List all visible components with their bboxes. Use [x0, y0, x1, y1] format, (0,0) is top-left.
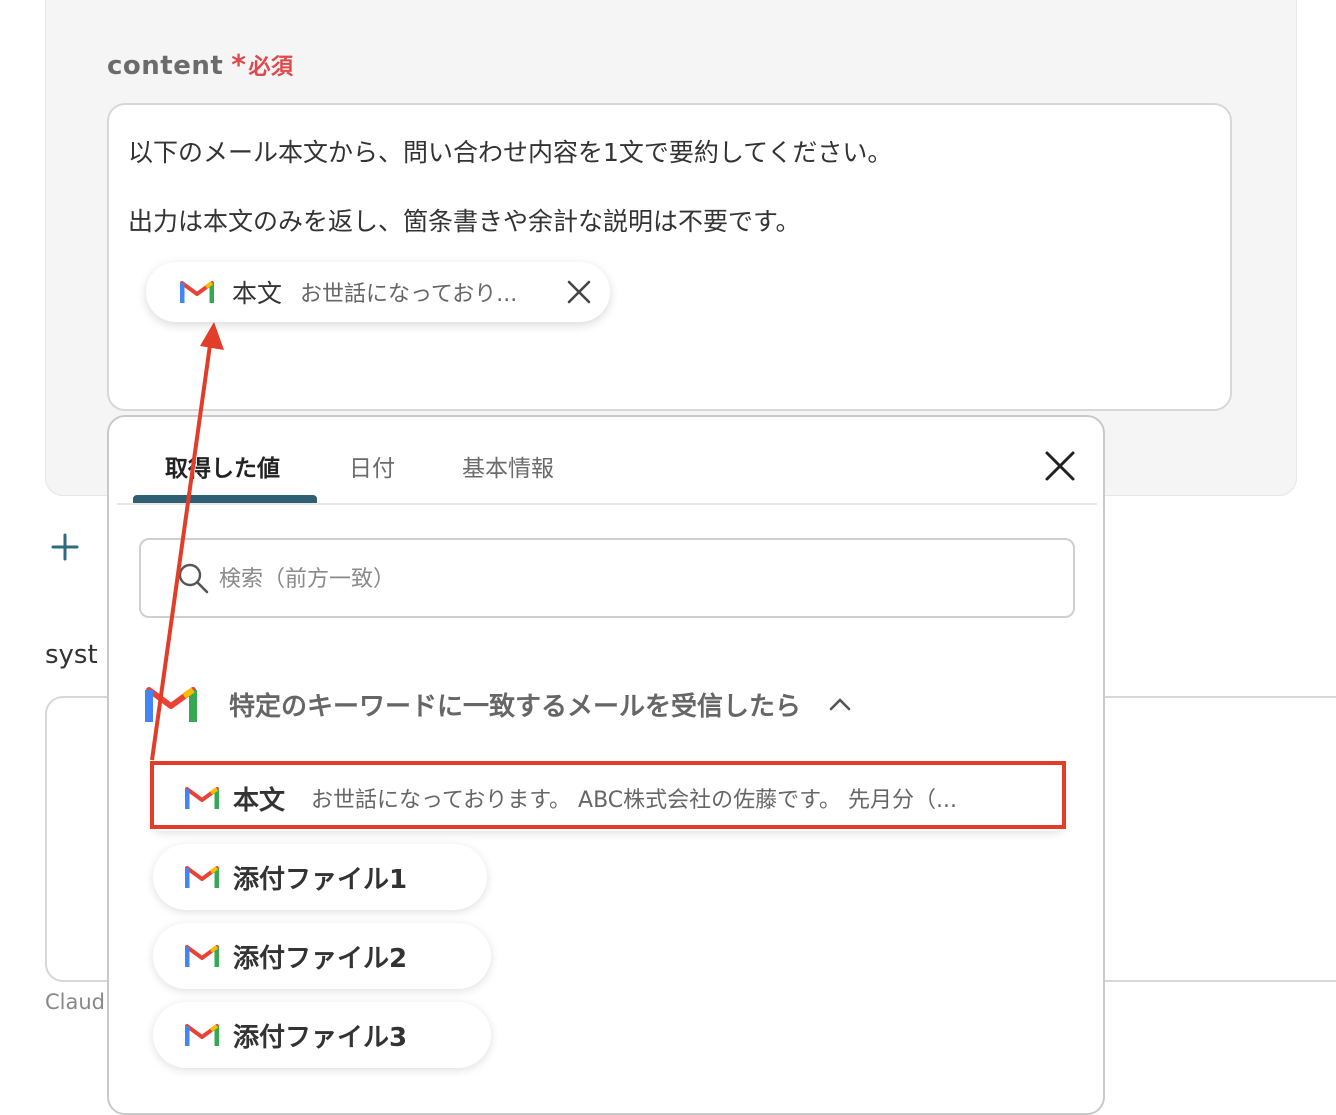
value-item-attachment-1[interactable]: 添付ファイル1	[153, 844, 487, 910]
gmail-icon	[145, 687, 197, 722]
gmail-icon	[180, 281, 214, 303]
value-item-attachment-2[interactable]: 添付ファイル2	[153, 923, 491, 989]
tab-retrieved-values[interactable]: 取得した値	[165, 449, 280, 483]
tab-date[interactable]: 日付	[349, 449, 395, 483]
highlight-box	[150, 761, 1066, 829]
item-name: 添付ファイル2	[233, 943, 408, 974]
gmail-icon	[185, 866, 219, 888]
chip-name: 本文	[232, 279, 283, 308]
popup-tabs: 取得した値 日付 基本情報	[109, 417, 1103, 505]
value-item-attachment-3[interactable]: 添付ファイル3	[153, 1002, 491, 1068]
required-star: *	[231, 48, 247, 81]
gmail-icon	[185, 945, 219, 967]
active-tab-indicator	[133, 495, 317, 503]
search-input[interactable]	[217, 554, 1041, 604]
search-icon	[178, 563, 209, 594]
required-text: 必須	[248, 55, 294, 80]
chevron-up-icon[interactable]	[829, 697, 851, 711]
variable-chip[interactable]: 本文 お世話になっており...	[146, 262, 610, 322]
content-line-2: 出力は本文のみを返し、箇条書きや余計な説明は不要です。	[128, 207, 801, 236]
tab-divider	[117, 503, 1097, 505]
item-name: 添付ファイル1	[233, 864, 408, 895]
plus-icon[interactable]	[50, 532, 80, 562]
close-icon[interactable]	[566, 279, 592, 305]
item-name: 添付ファイル3	[233, 1022, 408, 1053]
trigger-group-header[interactable]: 特定のキーワードに一致するメールを受信したら	[145, 679, 851, 729]
gmail-icon	[185, 1024, 219, 1046]
close-icon[interactable]	[1043, 449, 1077, 483]
field-label-text: content	[107, 51, 224, 81]
content-line-1: 以下のメール本文から、問い合わせ内容を1文で要約してください。	[128, 138, 893, 167]
tab-basic-info[interactable]: 基本情報	[462, 449, 554, 483]
chip-value: お世話になっており...	[300, 282, 518, 307]
search-field[interactable]	[139, 538, 1075, 618]
field-label: content *必須	[107, 48, 293, 81]
footer-label: Claud	[45, 990, 106, 1014]
system-field-label: syst	[45, 640, 98, 670]
group-title: 特定のキーワードに一致するメールを受信したら	[229, 691, 802, 722]
